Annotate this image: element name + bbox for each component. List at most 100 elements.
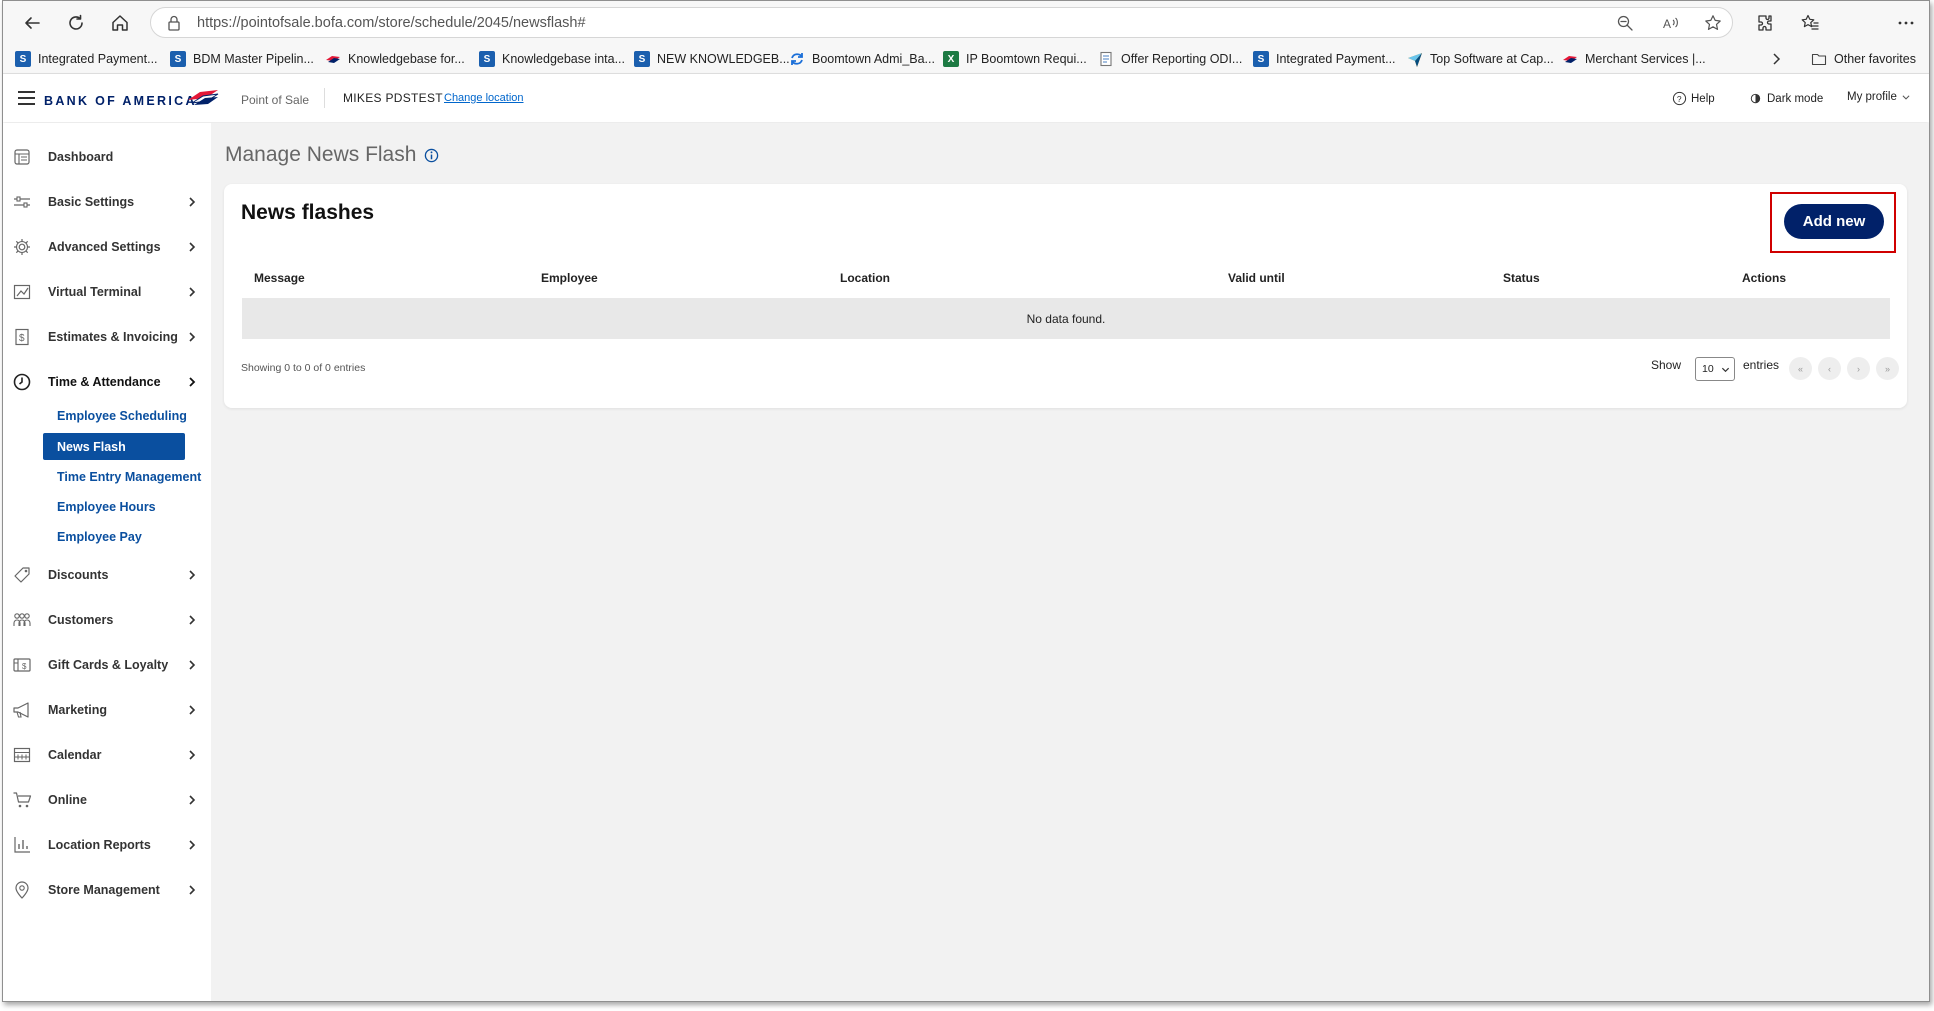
entries-info: Showing 0 to 0 of 0 entries (241, 362, 366, 374)
header-divider (324, 88, 325, 108)
column-header-employee[interactable]: Employee (541, 271, 598, 285)
page-title-text: Manage News Flash (225, 143, 417, 166)
back-arrow-icon[interactable] (20, 11, 44, 35)
dark-mode-icon (1750, 93, 1761, 104)
favorite-label: Integrated Payment... (38, 52, 158, 66)
sidebar-item-online[interactable]: Online (11, 785, 199, 815)
sharepoint-icon: S (479, 51, 495, 67)
brand-logo-text: BANK OF AMERICA (44, 94, 197, 108)
sidebar-item-label: Store Management (48, 883, 160, 897)
capterra-icon (1407, 51, 1423, 67)
my-profile-menu[interactable]: My profile (1847, 91, 1915, 103)
sidebar-item-marketing[interactable]: Marketing (11, 695, 199, 725)
empty-table-message: No data found. (1026, 311, 1106, 326)
more-menu-icon[interactable] (1894, 11, 1918, 35)
gift-card-icon: $ (11, 654, 33, 676)
bofa-flag-icon (325, 51, 341, 67)
favorite-link[interactable]: X IP Boomtown Requi... (943, 50, 1087, 68)
sidebar-subitem-time-entry-management[interactable]: Time Entry Management (43, 463, 201, 490)
sidebar-item-virtual-terminal[interactable]: Virtual Terminal (11, 277, 199, 307)
sidebar-subitem-employee-pay[interactable]: Employee Pay (43, 523, 185, 550)
terminal-chart-icon (11, 281, 33, 303)
home-icon[interactable] (108, 11, 132, 35)
sidebar-item-label: Location Reports (48, 838, 151, 852)
add-new-button[interactable]: Add new (1784, 204, 1884, 239)
sidebar-item-customers[interactable]: Customers (11, 605, 199, 635)
column-header-location[interactable]: Location (840, 271, 890, 285)
sidebar-item-basic-settings[interactable]: Basic Settings (11, 187, 199, 217)
favorite-link[interactable]: Knowledgebase for... (325, 50, 465, 68)
sidebar-item-calendar[interactable]: Calendar (11, 740, 199, 770)
svg-text:$: $ (22, 662, 27, 671)
page-size-select[interactable]: 10 (1695, 357, 1735, 381)
other-favorites-folder[interactable]: Other favorites (1811, 50, 1916, 68)
favorites-icon[interactable] (1798, 11, 1822, 35)
favorite-link[interactable]: Top Software at Cap... (1407, 50, 1554, 68)
change-location-link[interactable]: Change location (444, 92, 524, 104)
sidebar-item-gift-cards-loyalty[interactable]: $ Gift Cards & Loyalty (11, 650, 199, 680)
excel-icon: X (943, 51, 959, 67)
zoom-icon[interactable] (1615, 13, 1635, 33)
table-empty-row: No data found. (242, 298, 1890, 339)
favorite-link[interactable]: S Integrated Payment... (1253, 50, 1396, 68)
favorite-link[interactable]: S BDM Master Pipelin... (170, 50, 314, 68)
sidebar-item-store-management[interactable]: Store Management (11, 875, 199, 905)
sidebar-item-time-attendance[interactable]: Time & Attendance (11, 367, 199, 397)
main-content: Manage News Flash News flashes Add new M… (211, 123, 1929, 1001)
column-header-message[interactable]: Message (254, 271, 305, 285)
chevron-right-icon (189, 332, 196, 342)
show-label: Show (1651, 358, 1681, 372)
favorite-label: Offer Reporting ODI... (1121, 52, 1243, 66)
read-aloud-icon[interactable]: A (1661, 13, 1681, 33)
product-label: Point of Sale (241, 93, 310, 107)
sidebar-item-label: Online (48, 793, 87, 807)
browser-toolbar: https://pointofsale.bofa.com/store/sched… (3, 1, 1929, 45)
info-icon[interactable] (424, 148, 439, 163)
favorite-label: Merchant Services |... (1585, 52, 1706, 66)
sidebar-item-advanced-settings[interactable]: Advanced Settings (11, 232, 199, 262)
show-label-text: Show (1651, 358, 1682, 372)
next-page-button[interactable]: › (1847, 357, 1870, 380)
first-page-button[interactable]: « (1789, 357, 1812, 380)
favorites-overflow-chevron-icon[interactable] (1768, 50, 1784, 68)
column-header-actions: Actions (1742, 271, 1787, 285)
reload-icon[interactable] (64, 11, 88, 35)
sidebar-item-estimates-invoicing[interactable]: $ Estimates & Invoicing (11, 322, 199, 352)
sidebar-item-location-reports[interactable]: Location Reports (11, 830, 199, 860)
column-header-valid-until[interactable]: Valid until (1228, 271, 1285, 285)
url-text[interactable]: https://pointofsale.bofa.com/store/sched… (197, 15, 586, 31)
lock-icon[interactable] (165, 14, 183, 32)
chevron-right-icon (189, 570, 196, 580)
clock-icon (11, 371, 33, 393)
help-label: Help (1691, 92, 1715, 105)
previous-page-button[interactable]: ‹ (1818, 357, 1841, 380)
sidebar-subitem-employee-hours[interactable]: Employee Hours (43, 493, 185, 520)
chevron-right-icon (189, 660, 196, 670)
dark-mode-toggle[interactable]: Dark mode (1748, 91, 1823, 106)
address-bar[interactable]: https://pointofsale.bofa.com/store/sched… (150, 7, 1733, 38)
last-page-button[interactable]: » (1876, 357, 1899, 380)
favorite-link[interactable]: Merchant Services |... (1562, 50, 1706, 68)
favorite-link[interactable]: S Integrated Payment... (15, 50, 158, 68)
svg-text:A: A (1663, 17, 1671, 31)
favorite-link[interactable]: S Knowledgebase inta... (479, 50, 625, 68)
extensions-icon[interactable] (1753, 11, 1777, 35)
hamburger-menu-icon[interactable] (18, 91, 35, 105)
entries-label-text: entries (1743, 358, 1780, 372)
my-profile-label: My profile (1847, 91, 1897, 103)
sidebar-item-dashboard[interactable]: Dashboard (11, 142, 199, 172)
sharepoint-icon: S (170, 51, 186, 67)
other-favorites-label: Other favorites (1834, 52, 1916, 66)
favorite-label: Boomtown Admi_Ba... (812, 52, 935, 66)
help-button[interactable]: ? Help (1672, 91, 1715, 106)
chevron-down-icon (1902, 95, 1910, 100)
sidebar-item-discounts[interactable]: Discounts (11, 560, 199, 590)
sidebar-subitem-news-flash[interactable]: News Flash (43, 433, 185, 460)
favorite-link[interactable]: Offer Reporting ODI... (1098, 50, 1242, 68)
sidebar-subitem-employee-scheduling[interactable]: Employee Scheduling (43, 402, 187, 429)
favorite-link[interactable]: Boomtown Admi_Ba... (789, 50, 935, 68)
favorite-link[interactable]: S NEW KNOWLEDGEB... (634, 50, 790, 68)
favorite-star-icon[interactable] (1703, 13, 1723, 33)
bar-chart-icon (11, 834, 33, 856)
column-header-status[interactable]: Status (1503, 271, 1540, 285)
